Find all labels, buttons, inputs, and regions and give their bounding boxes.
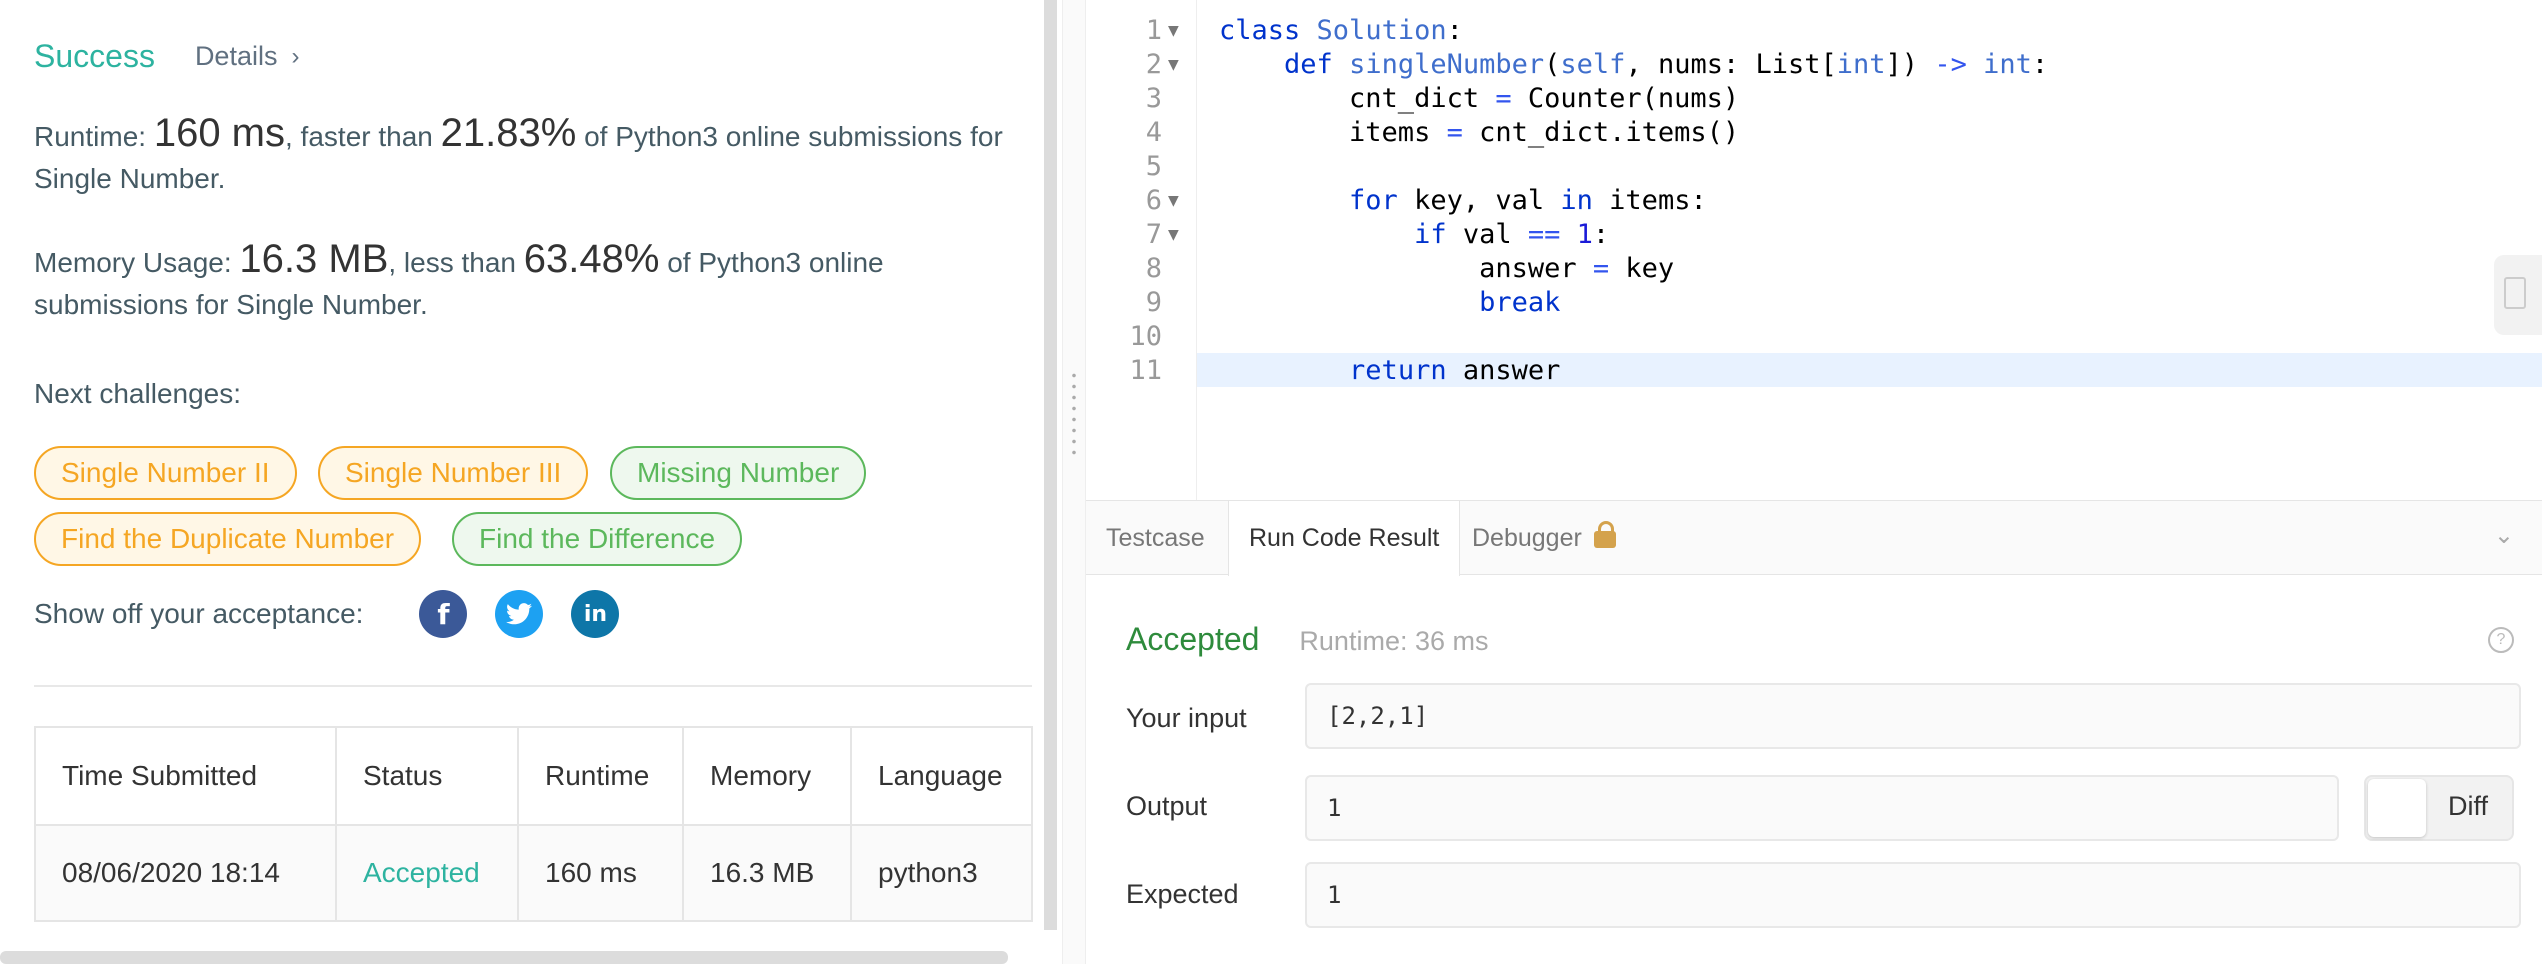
facebook-icon[interactable]: f — [419, 590, 468, 638]
line-number: 7 — [1145, 219, 1162, 250]
divider — [34, 685, 1032, 687]
line-number: 11 — [1129, 355, 1162, 386]
twitter-icon[interactable] — [495, 590, 544, 638]
input-value-box: [2,2,1] — [1305, 683, 2521, 749]
help-icon[interactable]: ? — [2488, 627, 2514, 653]
tab-debugger-label[interactable]: Debugger — [1472, 524, 1582, 552]
run-status: Accepted — [1126, 621, 1260, 657]
expected-label: Expected — [1126, 879, 1239, 909]
expected-value-box: 1 — [1305, 862, 2521, 928]
challenge-chip-find-duplicate-number[interactable]: Find the Duplicate Number — [34, 512, 422, 566]
line-number-gutter: 1 2 3 4 5 6 7 8 9 10 11 ▼ ▼ ▼ ▼ — [1086, 0, 1197, 500]
line-number: 9 — [1145, 287, 1162, 318]
line-number: 8 — [1145, 253, 1162, 284]
code-line[interactable]: if val == 1: — [1219, 218, 1609, 252]
memory-stat: Memory Usage: 16.3 MB, less than 63.48% … — [34, 238, 1024, 326]
lock-icon — [1593, 521, 1616, 548]
result-header: Success Details › — [34, 38, 299, 75]
tab-testcase[interactable]: Testcase — [1086, 501, 1225, 575]
tab-run-code-result[interactable]: Run Code Result — [1228, 501, 1461, 576]
cell-status[interactable]: Accepted — [335, 824, 519, 922]
runtime-value: 160 ms — [153, 111, 285, 155]
code-line[interactable]: items = cnt_dict.items() — [1219, 116, 1739, 150]
challenge-chip-single-number-ii[interactable]: Single Number II — [34, 446, 297, 500]
runtime-stat: Runtime: 160 ms, faster than 21.83% of P… — [34, 112, 1024, 200]
runtime-percentile: 21.83% — [440, 111, 577, 155]
line-number: 6 — [1145, 185, 1162, 216]
fold-arrow-icon[interactable]: ▼ — [1168, 184, 1188, 218]
column-header-memory[interactable]: Memory — [682, 726, 852, 826]
line-number: 3 — [1145, 83, 1162, 114]
cell-time-submitted: 08/06/2020 18:14 — [34, 824, 337, 922]
fold-arrow-icon[interactable]: ▼ — [1168, 48, 1188, 82]
cell-memory: 16.3 MB — [682, 824, 852, 922]
challenge-chip-single-number-iii[interactable]: Single Number III — [318, 446, 589, 500]
details-label[interactable]: Details — [195, 41, 278, 72]
table-header-row: Time Submitted Status Runtime Memory Lan… — [34, 726, 1033, 826]
runtime-prefix: Runtime: — [34, 121, 154, 152]
run-result-header: Accepted Runtime: 36 ms — [1126, 621, 1489, 658]
pane-splitter[interactable] — [1062, 0, 1086, 964]
vertical-scrollbar[interactable] — [1044, 0, 1057, 930]
memory-value: 16.3 MB — [239, 237, 389, 281]
code-line[interactable]: class Solution: — [1219, 14, 1463, 48]
challenge-chip-missing-number[interactable]: Missing Number — [610, 446, 867, 500]
tab-debugger[interactable]: Debugger — [1452, 501, 1636, 575]
copy-code-button[interactable] — [2494, 255, 2542, 335]
code-line[interactable]: cnt_dict = Counter(nums) — [1219, 82, 1739, 116]
code-line[interactable]: return answer — [1219, 354, 1560, 388]
submission-result-panel: Success Details › Runtime: 160 ms, faste… — [0, 0, 1057, 964]
input-label: Your input — [1126, 703, 1247, 733]
runtime-mid: , faster than — [285, 121, 441, 152]
run-runtime: Runtime: 36 ms — [1299, 626, 1489, 656]
details-link[interactable]: Details › — [195, 41, 300, 72]
share-row: Show off your acceptance: f in — [34, 590, 620, 638]
column-header-status[interactable]: Status — [335, 726, 519, 826]
fold-arrow-icon[interactable]: ▼ — [1168, 14, 1188, 48]
code-line[interactable]: def singleNumber(self, nums: List[int]) … — [1219, 48, 2048, 82]
column-header-runtime[interactable]: Runtime — [517, 726, 684, 826]
cell-language: python3 — [850, 824, 1033, 922]
code-line[interactable]: for key, val in items: — [1219, 184, 1707, 218]
memory-percentile: 63.48% — [523, 237, 660, 281]
output-label: Output — [1126, 791, 1208, 821]
console-panel: Testcase Run Code Result Debugger ⌄ Acce… — [1086, 500, 2542, 964]
console-tab-bar: Testcase Run Code Result Debugger ⌄ — [1086, 501, 2542, 576]
column-header-language[interactable]: Language — [850, 726, 1033, 826]
line-number: 4 — [1145, 117, 1162, 148]
copy-icon[interactable] — [2504, 277, 2526, 309]
diff-label[interactable]: Diff — [2448, 791, 2488, 822]
fold-arrow-icon[interactable]: ▼ — [1168, 218, 1188, 252]
memory-prefix: Memory Usage: — [34, 247, 240, 278]
code-line[interactable]: break — [1219, 286, 1560, 320]
memory-mid: , less than — [388, 247, 524, 278]
line-number: 5 — [1145, 151, 1162, 182]
line-number: 1 — [1145, 15, 1162, 46]
challenge-chip-find-the-difference[interactable]: Find the Difference — [452, 512, 743, 566]
next-challenges-title: Next challenges: — [34, 378, 242, 409]
share-label: Show off your acceptance: — [34, 598, 364, 629]
diff-toggle[interactable]: Diff — [2364, 775, 2514, 841]
submissions-table: Time Submitted Status Runtime Memory Lan… — [34, 726, 1033, 922]
chevron-down-icon[interactable]: ⌄ — [2494, 521, 2514, 550]
horizontal-scrollbar[interactable] — [0, 951, 1008, 964]
line-number: 2 — [1145, 49, 1162, 80]
line-number: 10 — [1129, 321, 1162, 352]
output-value-box: 1 — [1305, 775, 2339, 841]
code-editor[interactable]: 1 2 3 4 5 6 7 8 9 10 11 ▼ ▼ ▼ ▼ class So… — [1086, 0, 2542, 500]
drag-handle-icon[interactable] — [1072, 370, 1076, 460]
linkedin-icon[interactable]: in — [571, 590, 620, 638]
table-row: 08/06/2020 18:14 Accepted 160 ms 16.3 MB… — [34, 824, 1033, 922]
cell-runtime: 160 ms — [517, 824, 684, 922]
toggle-knob[interactable] — [2368, 779, 2426, 837]
success-label: Success — [34, 38, 155, 74]
column-header-time-submitted[interactable]: Time Submitted — [34, 726, 337, 826]
code-line[interactable]: answer = key — [1219, 252, 1674, 286]
chevron-right-icon[interactable]: › — [291, 43, 299, 71]
